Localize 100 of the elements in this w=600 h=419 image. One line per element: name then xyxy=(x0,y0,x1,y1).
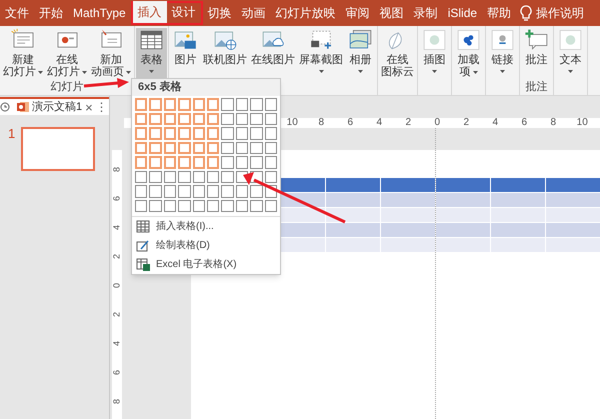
ribbon-tab[interactable]: 插入 xyxy=(132,1,167,23)
grid-cell[interactable] xyxy=(207,98,220,110)
close-button[interactable]: × xyxy=(85,100,93,114)
ribbon-button[interactable]: 在线 图标云 xyxy=(379,28,416,80)
grid-cell[interactable] xyxy=(236,112,248,125)
grid-cell[interactable] xyxy=(164,112,176,125)
grid-cell[interactable] xyxy=(250,112,263,125)
grid-cell[interactable] xyxy=(149,127,162,140)
grid-cell[interactable] xyxy=(207,127,220,140)
ribbon-button[interactable]: 图片 xyxy=(170,28,201,80)
ribbon-tab[interactable]: iSlide xyxy=(442,2,482,24)
slide-thumbnail[interactable] xyxy=(21,127,96,171)
ribbon-button[interactable]: 在线图片 xyxy=(249,28,297,80)
grid-cell[interactable] xyxy=(178,142,191,154)
grid-cell[interactable] xyxy=(164,98,176,110)
grid-cell[interactable] xyxy=(149,185,162,198)
grid-cell[interactable] xyxy=(164,142,176,154)
grid-cell[interactable] xyxy=(164,170,176,183)
grid-cell[interactable] xyxy=(149,156,162,168)
grid-cell[interactable] xyxy=(192,112,206,125)
grid-cell[interactable] xyxy=(192,200,206,212)
grid-cell[interactable] xyxy=(207,112,220,125)
grid-cell[interactable] xyxy=(192,142,206,154)
grid-cell[interactable] xyxy=(221,98,234,110)
grid-cell[interactable] xyxy=(135,127,148,140)
ribbon-tab[interactable]: 幻灯片放映 xyxy=(270,2,341,24)
grid-cell[interactable] xyxy=(192,185,206,198)
ribbon-tab[interactable]: MathType xyxy=(68,2,131,24)
grid-cell[interactable] xyxy=(250,200,263,212)
grid-cell[interactable] xyxy=(135,185,148,198)
lightbulb-icon[interactable] xyxy=(520,5,532,21)
ribbon-tab[interactable]: 帮助 xyxy=(482,2,516,24)
grid-cell[interactable] xyxy=(236,98,248,110)
grid-cell[interactable] xyxy=(236,127,248,140)
grid-cell[interactable] xyxy=(221,142,234,154)
grid-cell[interactable] xyxy=(149,170,162,183)
grid-cell[interactable] xyxy=(135,98,148,110)
grid-cell[interactable] xyxy=(192,170,206,183)
ribbon-button[interactable]: 屏幕截图 xyxy=(297,28,345,80)
search-hint[interactable]: 操作说明 xyxy=(536,4,584,22)
grid-cell[interactable] xyxy=(207,170,220,183)
grid-cell[interactable] xyxy=(207,200,220,212)
grid-cell[interactable] xyxy=(178,112,191,125)
grid-cell[interactable] xyxy=(221,200,234,212)
more-button[interactable]: ⋮ xyxy=(96,101,109,113)
ribbon-tab[interactable]: 切换 xyxy=(202,2,237,24)
grid-cell[interactable] xyxy=(250,156,263,168)
grid-cell[interactable] xyxy=(207,185,220,198)
grid-cell[interactable] xyxy=(178,185,191,198)
grid-cell[interactable] xyxy=(221,127,234,140)
grid-cell[interactable] xyxy=(236,156,248,168)
ribbon-button[interactable]: 文本 xyxy=(555,28,586,80)
grid-cell[interactable] xyxy=(221,156,234,168)
grid-cell[interactable] xyxy=(236,200,248,212)
grid-cell[interactable] xyxy=(149,112,162,125)
grid-cell[interactable] xyxy=(264,170,278,183)
menu-item[interactable]: 绘制表格(D) xyxy=(132,236,280,255)
menu-item[interactable]: Excel 电子表格(X) xyxy=(132,255,280,274)
grid-cell[interactable] xyxy=(149,98,162,110)
grid-cell[interactable] xyxy=(207,142,220,154)
grid-cell[interactable] xyxy=(236,185,248,198)
ribbon-button[interactable]: 在线 幻灯片 xyxy=(45,28,89,80)
ribbon-button[interactable]: 相册 xyxy=(345,28,376,80)
grid-cell[interactable] xyxy=(264,200,278,212)
ribbon-button[interactable]: 新加 动画页 xyxy=(89,28,133,80)
ribbon-tab[interactable]: 文件 xyxy=(0,2,34,24)
ribbon-tab[interactable]: 开始 xyxy=(34,2,68,24)
ribbon-button[interactable]: 链接 xyxy=(487,28,518,80)
grid-cell[interactable] xyxy=(221,185,234,198)
grid-cell[interactable] xyxy=(135,142,148,154)
grid-cell[interactable] xyxy=(264,98,277,110)
grid-cell[interactable] xyxy=(135,170,148,183)
ribbon-button[interactable]: 联机图片 xyxy=(201,28,249,80)
menu-item[interactable]: 插入表格(I)... xyxy=(132,217,280,236)
grid-cell[interactable] xyxy=(135,112,148,125)
grid-cell[interactable] xyxy=(250,98,263,110)
grid-cell[interactable] xyxy=(149,200,162,212)
ribbon-button[interactable]: 表格 xyxy=(136,28,167,80)
slide-number[interactable]: 1 xyxy=(8,127,16,141)
grid-cell[interactable] xyxy=(250,185,263,198)
ribbon-tab[interactable]: 录制 xyxy=(408,2,443,24)
grid-cell[interactable] xyxy=(164,185,176,198)
grid-cell[interactable] xyxy=(178,156,191,168)
grid-cell[interactable] xyxy=(264,156,277,168)
grid-cell[interactable] xyxy=(221,112,234,125)
ribbon-tab[interactable]: 审阅 xyxy=(340,2,375,24)
grid-cell[interactable] xyxy=(178,170,191,183)
grid-cell[interactable] xyxy=(178,200,191,212)
grid-cell[interactable] xyxy=(264,127,277,140)
grid-cell[interactable] xyxy=(192,156,206,168)
ribbon-tab[interactable]: 设计 xyxy=(166,1,201,23)
ribbon-button[interactable]: 加载 项 xyxy=(453,28,484,80)
grid-cell[interactable] xyxy=(250,142,263,154)
ribbon-tab[interactable]: 动画 xyxy=(236,2,271,24)
grid-cell[interactable] xyxy=(264,112,277,125)
grid-cell[interactable] xyxy=(192,127,206,140)
ribbon-button[interactable]: 新建 幻灯片 xyxy=(1,28,45,80)
ribbon-button[interactable]: 插图 xyxy=(419,28,450,80)
grid-cell[interactable] xyxy=(164,200,176,212)
grid-cell[interactable] xyxy=(164,156,176,168)
